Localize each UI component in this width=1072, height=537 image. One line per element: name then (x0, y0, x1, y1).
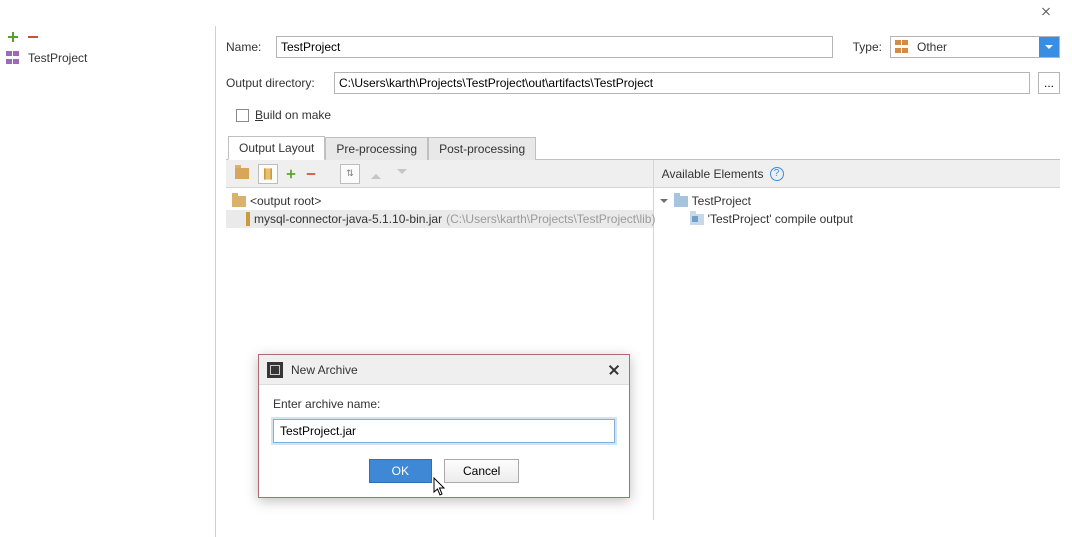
sort-icon[interactable]: ⇅ (340, 164, 360, 184)
other-artifact-icon (895, 40, 911, 54)
remove-content-icon[interactable] (305, 168, 317, 180)
archive-name-input[interactable] (273, 419, 615, 443)
new-archive-icon[interactable] (258, 164, 278, 184)
new-archive-dialog: New Archive Enter archive name: OK Cance… (258, 354, 630, 498)
dialog-title-text: New Archive (291, 363, 358, 377)
sidebar-toolbar (0, 26, 215, 48)
add-icon[interactable] (6, 30, 20, 44)
folder-icon (232, 196, 246, 207)
artifact-icon (6, 51, 22, 65)
tab-output-layout[interactable]: Output Layout (228, 136, 325, 160)
output-root-label: <output root> (250, 194, 321, 208)
help-icon[interactable]: ? (770, 167, 784, 181)
browse-button[interactable]: ... (1038, 72, 1060, 94)
available-elements-panel: Available Elements ? TestProject 'TestPr… (654, 160, 1060, 520)
build-on-make-checkbox[interactable] (236, 109, 249, 122)
type-label: Type: (853, 40, 882, 54)
expand-icon[interactable] (660, 199, 668, 207)
jar-path: (C:\Users\karth\Projects\TestProject\lib… (446, 212, 655, 226)
add-content-icon[interactable] (285, 168, 297, 180)
output-directory-input[interactable] (334, 72, 1030, 94)
dialog-footer: OK Cancel (259, 447, 629, 497)
module-icon (690, 214, 704, 225)
output-root-node[interactable]: <output root> (226, 192, 653, 210)
type-value: Other (917, 40, 947, 54)
output-row: Output directory: ... (226, 72, 1060, 94)
new-folder-icon[interactable] (232, 164, 252, 184)
project-folder-icon (674, 196, 688, 207)
sidebar-item-testproject[interactable]: TestProject (0, 48, 215, 68)
sidebar-item-label: TestProject (28, 51, 87, 65)
available-tree[interactable]: TestProject 'TestProject' compile output (654, 188, 1060, 232)
available-elements-label: Available Elements (662, 167, 764, 181)
cancel-button[interactable]: Cancel (444, 459, 519, 483)
output-label: Output directory: (226, 76, 326, 90)
module-output-node[interactable]: 'TestProject' compile output (654, 210, 1060, 228)
dialog-titlebar[interactable]: New Archive (259, 355, 629, 385)
move-down-icon[interactable] (392, 164, 412, 184)
name-label: Name: (226, 40, 268, 54)
artifact-sidebar: TestProject (0, 26, 216, 537)
jar-name: mysql-connector-java-5.1.10-bin.jar (254, 212, 442, 226)
project-label: TestProject (692, 194, 751, 208)
name-input[interactable] (276, 36, 833, 58)
type-select[interactable]: Other (890, 36, 1060, 58)
ok-button[interactable]: OK (369, 459, 432, 483)
dialog-body: Enter archive name: (259, 385, 629, 447)
dialog-close-button[interactable] (605, 361, 623, 379)
tabs-bar: Output Layout Pre-processing Post-proces… (226, 134, 1060, 160)
project-node[interactable]: TestProject (654, 192, 1060, 210)
tab-pre-processing[interactable]: Pre-processing (325, 137, 428, 160)
jar-entry[interactable]: mysql-connector-java-5.1.10-bin.jar (C:\… (226, 210, 653, 228)
available-elements-header: Available Elements ? (654, 160, 1060, 188)
tab-post-processing[interactable]: Post-processing (428, 137, 536, 160)
output-toolbar: ⇅ (226, 160, 653, 188)
jar-icon (246, 212, 250, 226)
name-row: Name: Type: Other (226, 36, 1060, 58)
module-output-label: 'TestProject' compile output (708, 212, 853, 226)
build-on-make-row[interactable]: BBuild on makeuild on make (236, 108, 1060, 122)
output-tree[interactable]: <output root> mysql-connector-java-5.1.1… (226, 188, 653, 232)
window-close-button[interactable] (1023, 0, 1068, 22)
build-on-make-label: BBuild on makeuild on make (255, 108, 331, 122)
app-icon (267, 362, 283, 378)
chevron-down-icon[interactable] (1039, 37, 1059, 57)
remove-icon[interactable] (26, 30, 40, 44)
move-up-icon[interactable] (366, 164, 386, 184)
dialog-prompt: Enter archive name: (273, 397, 615, 411)
